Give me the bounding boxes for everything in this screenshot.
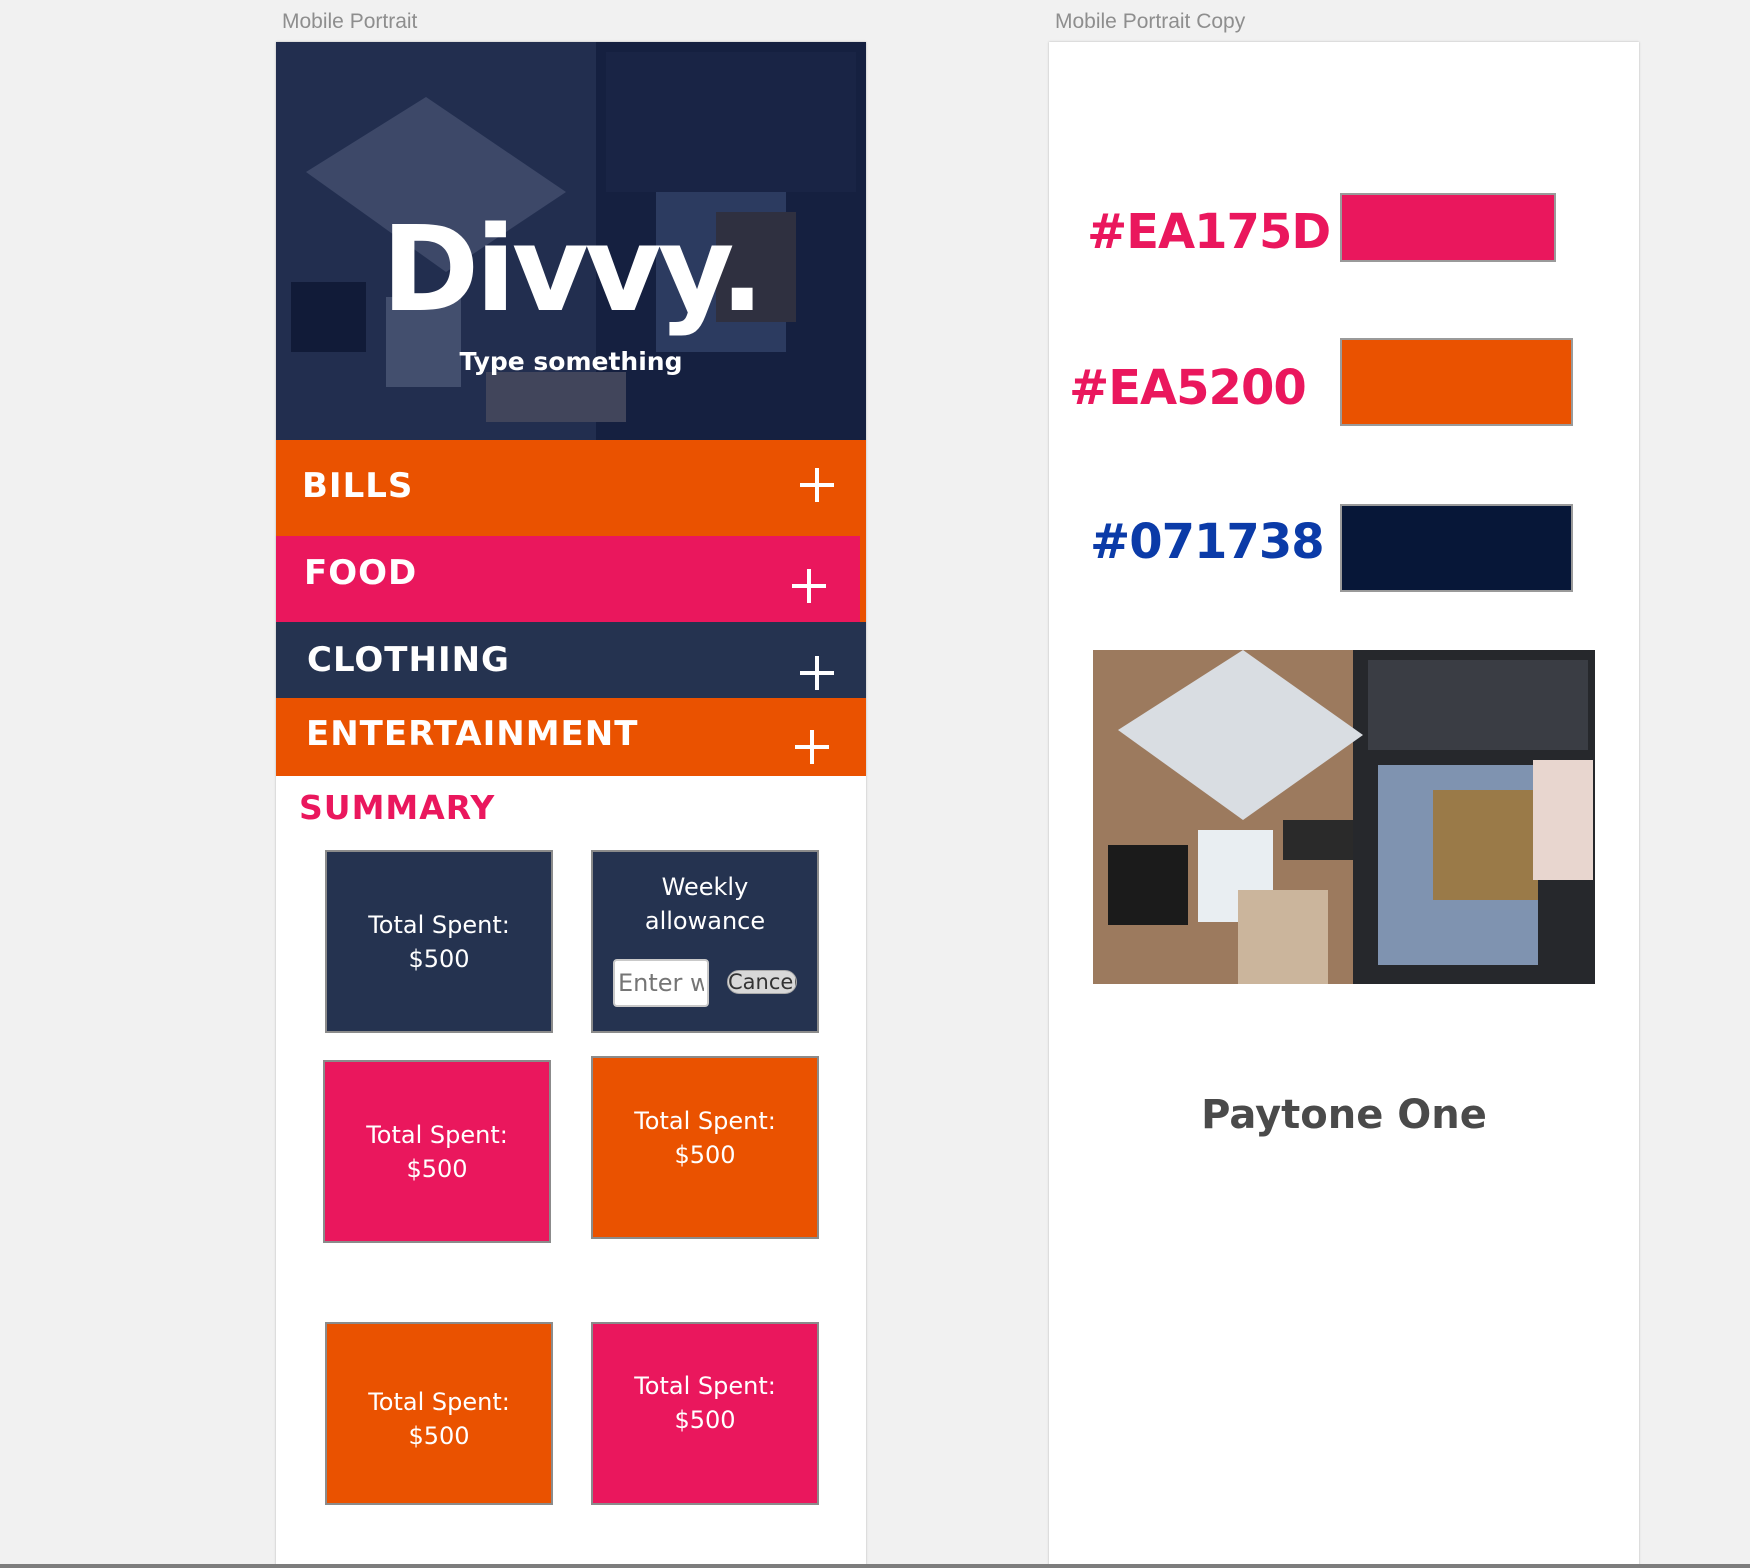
color-swatch-orange (1340, 338, 1573, 426)
color-hex-label: #EA5200 (1069, 360, 1307, 416)
artboard-label-mobile-portrait-copy: Mobile Portrait Copy (1055, 10, 1246, 33)
plus-icon[interactable] (800, 468, 834, 502)
weekly-allowance-card: Weekly allowance Cancel (591, 850, 819, 1033)
total-spent-text: Total Spent: $500 (634, 1371, 776, 1434)
summary-card-total: Total Spent: $500 (325, 850, 553, 1033)
color-swatch-navy (1340, 504, 1573, 592)
cancel-button[interactable]: Cancel (727, 970, 797, 994)
summary-card-total: Total Spent: $500 (323, 1060, 551, 1243)
weekly-allowance-label: Weekly allowance (644, 873, 766, 935)
plus-icon[interactable] (792, 569, 826, 603)
font-name-label: Paytone One (1201, 1092, 1487, 1138)
category-entertainment[interactable]: ENTERTAINMENT (276, 698, 866, 776)
plus-icon[interactable] (795, 730, 829, 764)
hero-subtitle: Type something (459, 347, 683, 376)
category-label: FOOD (304, 553, 418, 593)
category-label: ENTERTAINMENT (306, 714, 639, 754)
total-spent-text: Total Spent: $500 (368, 910, 510, 973)
category-bills[interactable]: BILLS (276, 440, 866, 536)
summary-heading: SUMMARY (299, 788, 496, 827)
mobile-portrait-artboard: Divvy. Type something BILLS FOOD CLOTHIN… (276, 42, 866, 1568)
category-label: BILLS (302, 466, 414, 506)
category-food[interactable]: FOOD (276, 536, 866, 622)
hero-banner: Divvy. Type something (276, 42, 866, 440)
color-hex-label: #071738 (1090, 514, 1325, 570)
artboard-label-mobile-portrait: Mobile Portrait (282, 10, 418, 33)
plus-icon[interactable] (800, 656, 834, 690)
category-clothing[interactable]: CLOTHING (276, 622, 866, 698)
weekly-allowance-input[interactable] (613, 959, 709, 1007)
color-hex-label: #EA175D (1087, 204, 1331, 260)
total-spent-text: Total Spent: $500 (368, 1387, 510, 1450)
app-logo-title: Divvy. (381, 200, 764, 338)
summary-card-total: Total Spent: $500 (591, 1322, 819, 1505)
category-label: CLOTHING (307, 640, 510, 680)
total-spent-text: Total Spent: $500 (366, 1120, 508, 1183)
summary-card-total: Total Spent: $500 (591, 1056, 819, 1239)
bottom-divider (0, 1564, 1750, 1568)
total-spent-text: Total Spent: $500 (634, 1106, 776, 1169)
style-guide-artboard: #EA175D #EA5200 #071738 Paytone One (1049, 42, 1639, 1568)
food-bar-edge (860, 536, 866, 622)
color-swatch-pink (1340, 193, 1556, 262)
travel-photo (1093, 650, 1595, 984)
summary-card-total: Total Spent: $500 (325, 1322, 553, 1505)
